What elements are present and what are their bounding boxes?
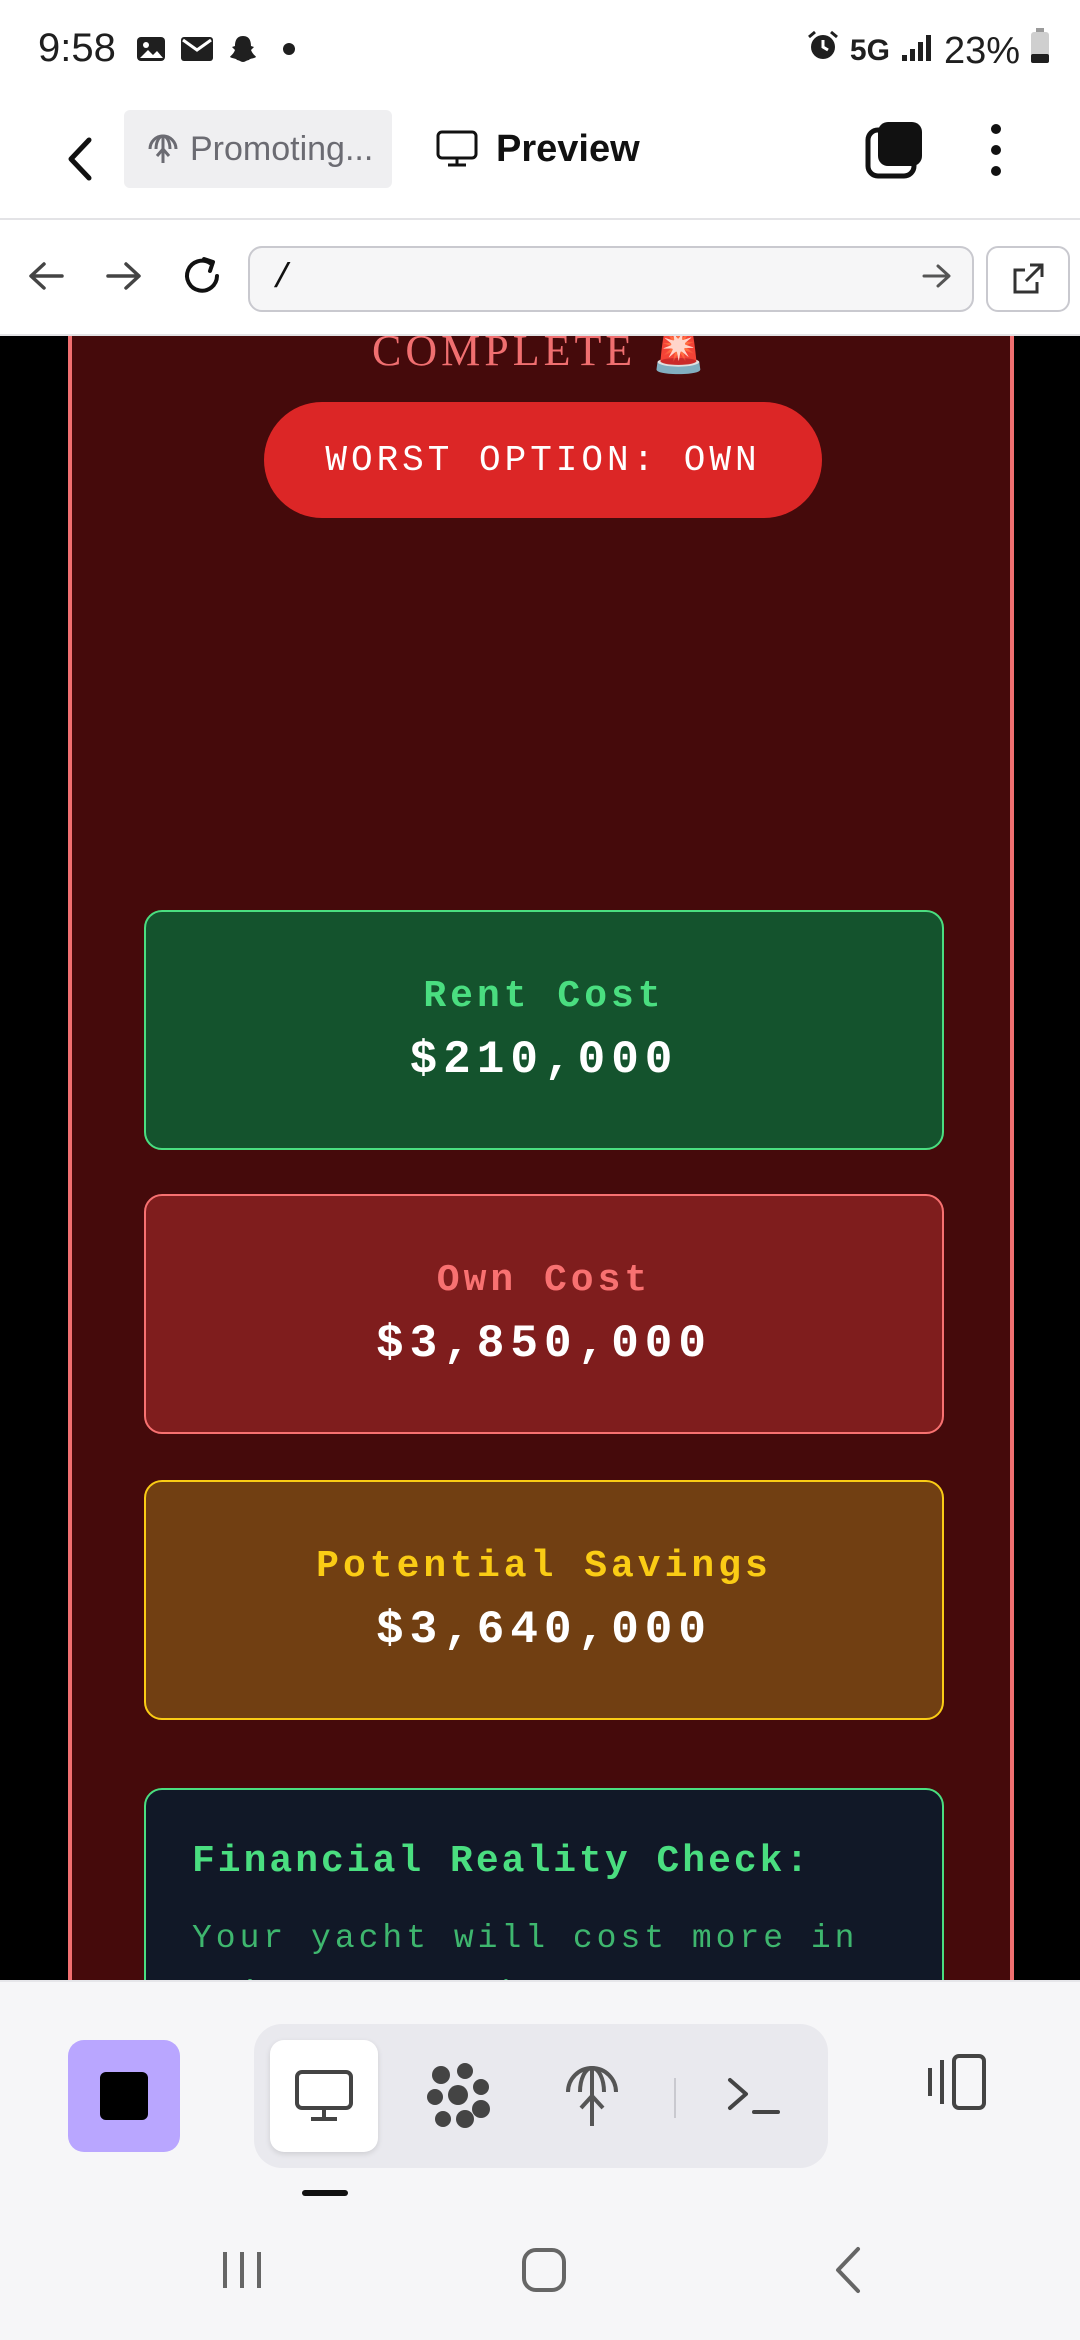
home-icon bbox=[522, 2248, 566, 2292]
network-type: 5G bbox=[849, 34, 890, 67]
status-time: 9:58 bbox=[38, 26, 116, 70]
go-arrow-icon[interactable] bbox=[922, 262, 952, 300]
reload-icon bbox=[185, 257, 219, 293]
reality-check-card: Financial Reality Check: Your yacht will… bbox=[144, 1788, 944, 1980]
notification-icons bbox=[134, 32, 306, 66]
potential-savings-card: Potential Savings $3,640,000 bbox=[144, 1480, 944, 1720]
chevron-left-icon bbox=[68, 137, 92, 181]
stop-button[interactable] bbox=[68, 2040, 180, 2152]
tab-preview-label: Preview bbox=[496, 127, 640, 170]
project-chip[interactable]: Promoting... bbox=[124, 110, 392, 188]
reload-button[interactable] bbox=[172, 246, 232, 306]
own-cost-value: $3,850,000 bbox=[375, 1317, 713, 1370]
potential-savings-value: $3,640,000 bbox=[375, 1603, 713, 1656]
own-cost-card: Own Cost $3,850,000 bbox=[144, 1194, 944, 1434]
status-bar: 9:58 5G 23% bbox=[0, 0, 1080, 100]
kebab-dot bbox=[991, 166, 1001, 176]
alarm-icon bbox=[806, 29, 840, 73]
tab-integrations[interactable] bbox=[404, 2040, 512, 2152]
mail-icon bbox=[180, 32, 214, 66]
arrow-right-icon bbox=[106, 262, 141, 290]
segment-divider bbox=[674, 2078, 676, 2118]
dot-icon bbox=[272, 32, 306, 66]
recents-icon bbox=[223, 2252, 261, 2288]
browser-url-bar: / bbox=[0, 222, 1080, 336]
home-button[interactable] bbox=[514, 2240, 574, 2300]
web-viewport[interactable]: COMPLETE 🚨 WORST OPTION: OWN Rent Cost $… bbox=[0, 336, 1080, 1980]
bottom-toolbar bbox=[0, 1980, 1080, 2200]
more-options-button[interactable] bbox=[974, 118, 1018, 182]
view-switcher bbox=[254, 2024, 828, 2168]
deploy-icon bbox=[148, 134, 178, 163]
tab-preview-view[interactable] bbox=[270, 2040, 378, 2152]
browser-forward-button[interactable] bbox=[94, 246, 154, 306]
result-panel: COMPLETE 🚨 WORST OPTION: OWN Rent Cost $… bbox=[68, 336, 1014, 1980]
deploy-icon bbox=[566, 2066, 618, 2126]
system-navigation-bar bbox=[0, 2200, 1080, 2340]
reality-check-title: Financial Reality Check: bbox=[192, 1840, 812, 1883]
arrow-left-icon bbox=[29, 262, 64, 290]
rent-cost-value: $210,000 bbox=[409, 1033, 679, 1086]
external-link-icon bbox=[1013, 263, 1044, 294]
tab-deploy[interactable] bbox=[538, 2040, 646, 2152]
layout-icon bbox=[928, 2054, 986, 2110]
gallery-icon bbox=[134, 32, 168, 66]
kebab-dot bbox=[991, 145, 1001, 155]
own-cost-label: Own Cost bbox=[436, 1258, 652, 1302]
stop-icon bbox=[100, 2072, 148, 2120]
rent-cost-card: Rent Cost $210,000 bbox=[144, 910, 944, 1150]
potential-savings-label: Potential Savings bbox=[316, 1544, 772, 1588]
snapchat-icon bbox=[226, 32, 260, 66]
recent-apps-button[interactable] bbox=[212, 2240, 272, 2300]
layout-toggle-button[interactable] bbox=[920, 2046, 992, 2118]
system-back-button[interactable] bbox=[818, 2240, 878, 2300]
url-input[interactable]: / bbox=[248, 246, 974, 312]
browser-back-button[interactable] bbox=[16, 246, 76, 306]
app-screen: 9:58 5G 23% Promoting... Preview / COMPL… bbox=[0, 0, 1080, 2340]
worst-option-badge: WORST OPTION: OWN bbox=[264, 402, 822, 518]
integrations-icon bbox=[427, 2063, 490, 2128]
battery-percent: 23% bbox=[943, 29, 1020, 72]
app-bar: Promoting... Preview bbox=[0, 100, 1080, 220]
active-tab-indicator bbox=[302, 2190, 348, 2196]
tabs-icon bbox=[865, 122, 922, 179]
tab-preview[interactable]: Preview bbox=[436, 114, 640, 184]
monitor-icon bbox=[295, 2070, 353, 2121]
complete-title-text: COMPLETE bbox=[371, 336, 637, 375]
kebab-dot bbox=[991, 124, 1001, 134]
monitor-icon bbox=[436, 130, 478, 167]
siren-emoji-icon: 🚨 bbox=[651, 336, 711, 376]
battery-icon bbox=[1030, 28, 1050, 74]
reality-check-body: Your yacht will cost more in maintenance… bbox=[192, 1920, 859, 1980]
back-button[interactable] bbox=[50, 124, 110, 194]
status-right: 5G 23% bbox=[806, 28, 1050, 74]
complete-heading: COMPLETE 🚨 bbox=[72, 336, 1010, 376]
rent-cost-label: Rent Cost bbox=[423, 974, 665, 1018]
project-chip-label: Promoting... bbox=[190, 129, 374, 168]
signal-icon bbox=[900, 30, 934, 73]
url-text: / bbox=[272, 260, 293, 298]
tab-console[interactable] bbox=[700, 2040, 808, 2152]
tabs-switcher-button[interactable] bbox=[864, 118, 926, 180]
open-external-button[interactable] bbox=[986, 246, 1070, 312]
terminal-icon bbox=[728, 2078, 780, 2114]
back-icon bbox=[836, 2247, 860, 2293]
